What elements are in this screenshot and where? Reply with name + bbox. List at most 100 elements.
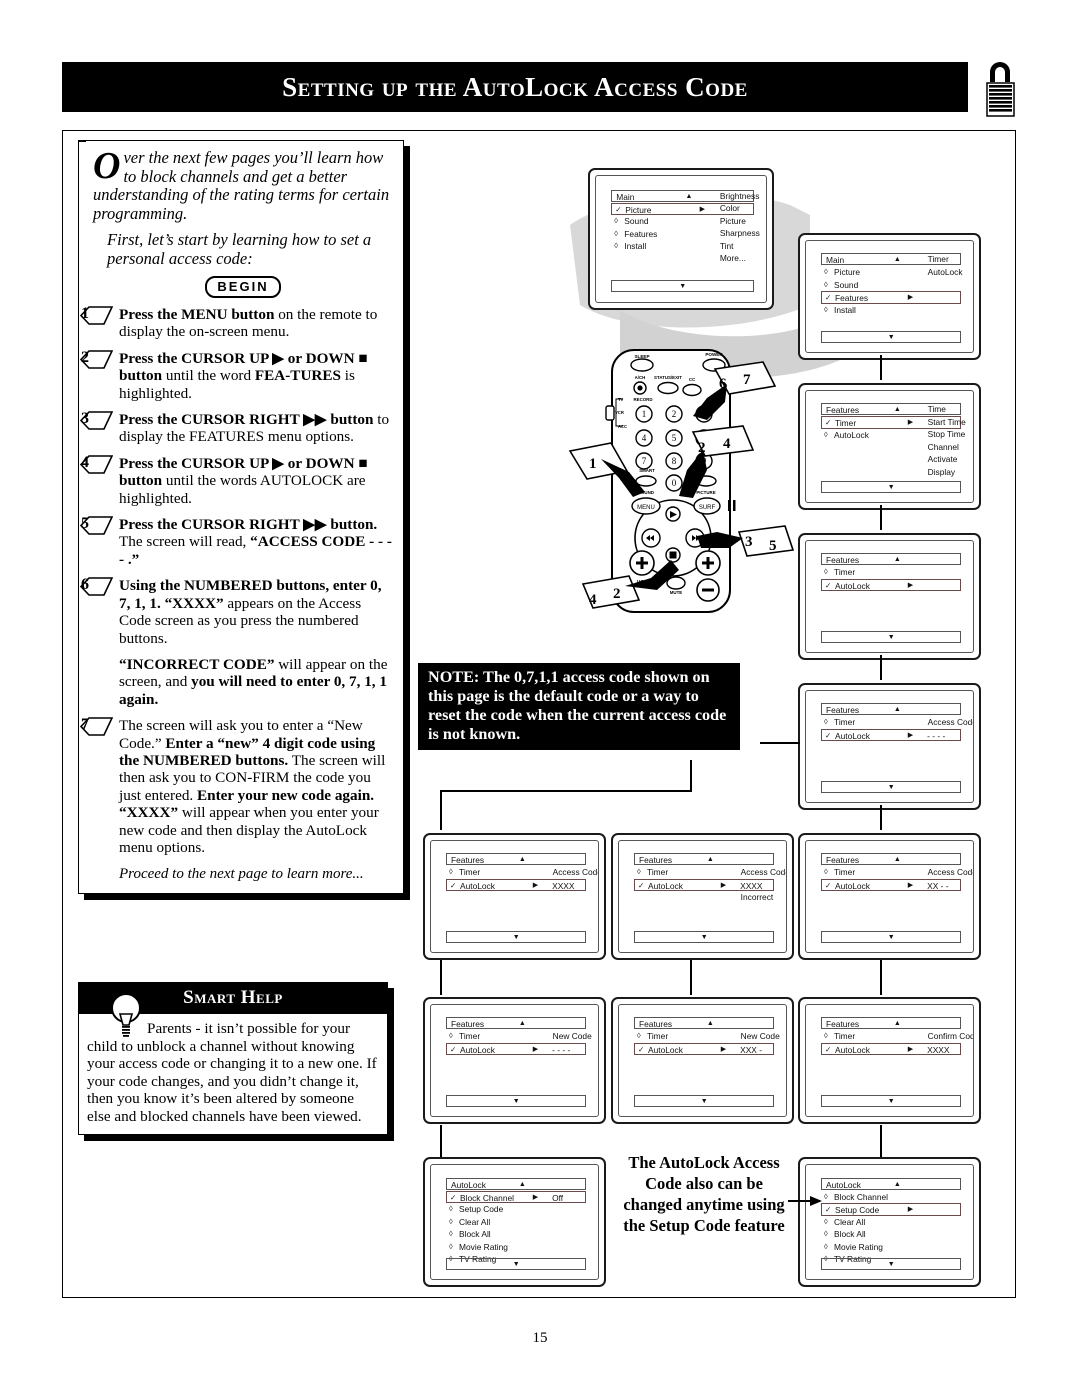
svg-text:2: 2 [672, 409, 677, 419]
scroll-up-icon[interactable]: ▲ [707, 1018, 714, 1030]
scroll-down-bar[interactable]: ▼ [611, 279, 755, 292]
osd-submenu-item[interactable]: Activate [928, 453, 966, 466]
scroll-up-icon[interactable]: ▲ [519, 854, 526, 866]
scroll-down-bar[interactable]: ▼ [446, 931, 587, 944]
osd-submenu-item[interactable]: Picture [720, 215, 760, 228]
osd-submenu-item[interactable]: Tint [720, 240, 760, 253]
scroll-up-icon[interactable]: ▲ [894, 554, 901, 566]
svg-text:8: 8 [672, 456, 677, 466]
scroll-up-icon[interactable]: ▲ [519, 1018, 526, 1030]
osd-submenu-item[interactable]: Timer [928, 253, 963, 266]
osd-menu-title: AutoLock ▲ [821, 1177, 962, 1191]
osd-menu-row[interactable]: ✓ AutoLock ▶ XX - - [821, 878, 962, 892]
connector-line [880, 960, 882, 995]
pointer-arrow-icon [788, 1196, 822, 1206]
osd-menu-row[interactable]: ◊ Movie Rating [446, 1241, 586, 1254]
osd-menu-row[interactable]: ✓ Features ▶ [821, 291, 962, 304]
osd-menu-row[interactable]: ✓ AutoLock ▶ XXXX [446, 878, 587, 892]
osd-menu-row[interactable]: ✓ AutoLock ▶ XXX - [634, 1042, 775, 1056]
osd-menu-row[interactable]: Incorrect [634, 891, 774, 904]
osd-row-label: Timer [834, 567, 856, 578]
osd-menu-row[interactable]: ◊ Timer [821, 566, 961, 579]
scroll-up-icon[interactable]: ▲ [894, 854, 901, 866]
step-number-badge: 6 [79, 576, 113, 597]
scroll-up-icon[interactable]: ▲ [707, 854, 714, 866]
osd-menu-row[interactable]: ◊ Setup Code [446, 1203, 586, 1216]
osd-menu-row[interactable]: ✓ AutoLock ▶ XXXX [821, 1042, 962, 1056]
osd-submenu-item[interactable]: More... [720, 252, 760, 265]
osd-row-label: AutoLock [835, 730, 870, 741]
scroll-down-bar[interactable]: ▼ [821, 1095, 962, 1108]
screen-features-autolock: Features ▲ ◊ Timer ✓ AutoLock ▶ ▼ [798, 533, 981, 660]
osd-row-marker: ✓ [825, 880, 832, 890]
osd-menu-row[interactable]: ◊ Clear All [446, 1216, 586, 1229]
osd-menu-row[interactable]: ◊ Sound [821, 279, 961, 292]
osd-submenu-item[interactable]: Brightness [720, 190, 760, 203]
osd-submenu-item[interactable]: Start Time [928, 416, 966, 429]
osd-menu-row[interactable]: ◊ Timer New Code [634, 1030, 780, 1043]
scroll-down-bar[interactable]: ▼ [821, 631, 962, 644]
osd-menu-row[interactable]: ◊ Timer Access Code [821, 866, 973, 879]
instruction-step-1: 1 Press the MENU button on the remote to … [79, 305, 393, 341]
osd-menu-row[interactable]: ✓ AutoLock ▶ - - - - [821, 728, 962, 742]
osd-menu-row[interactable]: ◊ Timer Access Code [446, 866, 598, 879]
osd-submenu-item[interactable]: Display [928, 466, 966, 479]
osd-menu-row[interactable]: ◊ Block All [821, 1228, 961, 1241]
osd-menu-row[interactable]: ◊ Block All [446, 1228, 586, 1241]
scroll-up-icon[interactable]: ▲ [894, 704, 901, 716]
osd-row-marker: ◊ [449, 1241, 453, 1251]
osd-menu-row[interactable]: ◊ Clear All [821, 1216, 961, 1229]
osd-menu-row[interactable]: ✓ AutoLock ▶ - - - - [446, 1042, 587, 1056]
osd-menu-row[interactable]: ✓ AutoLock ▶ XXXX [634, 878, 775, 892]
scroll-down-bar[interactable]: ▼ [446, 1095, 587, 1108]
step-text: Press the CURSOR RIGHT ▶▶ button. The sc… [119, 516, 392, 568]
scroll-up-icon[interactable]: ▲ [894, 1179, 901, 1191]
osd-submenu-item[interactable]: Stop Time [928, 428, 966, 441]
scroll-down-bar[interactable]: ▼ [821, 931, 962, 944]
instruction-step-3: 3 Press the CURSOR RIGHT ▶▶ button to dis… [79, 410, 393, 446]
osd-menu: Features ▲ ◊ Timer Access Code ✓ AutoLock ▶ - - … [821, 703, 973, 794]
scroll-down-bar[interactable]: ▼ [821, 1257, 962, 1270]
tv-remote-illustration: SLEEP POWER A/CH STATUS/EXIT CC RECORD T… [568, 348, 795, 616]
scroll-down-bar[interactable]: ▼ [634, 1095, 775, 1108]
osd-menu-row[interactable]: ◊ Timer Confirm Code [821, 1030, 973, 1043]
scroll-up-icon[interactable]: ▲ [894, 404, 901, 416]
osd-submenu-item[interactable]: Sharpness [720, 227, 760, 240]
osd-menu-row[interactable]: ◊ Timer Access Code [634, 866, 786, 879]
scroll-down-bar[interactable]: ▼ [446, 1257, 587, 1270]
osd-menu-row[interactable]: ✓ Block Channel ▶ Off [446, 1190, 587, 1204]
scroll-up-icon[interactable]: ▲ [894, 1018, 901, 1030]
osd-menu: AutoLock ▲ ◊ Block Channel ✓ Setup Code ▶ ◊ Clea… [821, 1177, 962, 1270]
osd-menu-row[interactable]: ◊ Timer Access Code [821, 716, 973, 729]
osd-row-label: AutoLock [648, 1044, 683, 1055]
smart-help-box: Smart Help Parents - it isn’t possible f… [78, 982, 388, 1135]
osd-submenu-item[interactable]: Channel [928, 441, 966, 454]
osd-row-value: Access Code [552, 867, 599, 878]
osd-menu-row[interactable]: ◊ Install [821, 304, 961, 317]
scroll-up-icon[interactable]: ▲ [519, 1179, 526, 1191]
osd-row-marker: ✓ [638, 1044, 645, 1054]
osd-menu-row[interactable]: ✓ AutoLock ▶ [821, 578, 962, 592]
osd-menu-rows: ◊ Timer New Code ✓ AutoLock ▶ - - - - [446, 1030, 592, 1056]
scroll-down-bar[interactable]: ▼ [821, 481, 962, 494]
scroll-down-bar[interactable]: ▼ [634, 931, 775, 944]
osd-menu-title: Features ▲ [821, 703, 962, 716]
osd-submenu-item[interactable]: AutoLock [928, 266, 963, 279]
svg-text:SLEEP: SLEEP [634, 354, 649, 359]
osd-submenu-item[interactable]: Color [720, 202, 760, 215]
scroll-down-bar[interactable]: ▼ [821, 331, 962, 344]
osd-row-marker: ◊ [824, 1191, 828, 1201]
osd-row-marker: ◊ [449, 867, 453, 877]
svg-text:SOUND: SOUND [638, 490, 654, 495]
scroll-down-bar[interactable]: ▼ [821, 781, 962, 794]
scroll-up-icon[interactable]: ▲ [894, 254, 901, 266]
tv-screen-inner: Features ▲ ◊ Timer ✓ AutoLock ▶ ▼ [805, 540, 974, 653]
padlock-icon [986, 62, 1015, 117]
scroll-up-icon[interactable]: ▲ [686, 191, 693, 203]
osd-row-marker: ◊ [824, 429, 828, 439]
osd-submenu-item[interactable]: Time [928, 403, 966, 416]
osd-menu-row[interactable]: ◊ Movie Rating [821, 1241, 961, 1254]
osd-menu-row[interactable]: ◊ Block Channel [821, 1191, 961, 1204]
osd-menu-row[interactable]: ◊ Timer New Code [446, 1030, 592, 1043]
osd-menu-row[interactable]: ✓ Setup Code ▶ [821, 1203, 962, 1216]
